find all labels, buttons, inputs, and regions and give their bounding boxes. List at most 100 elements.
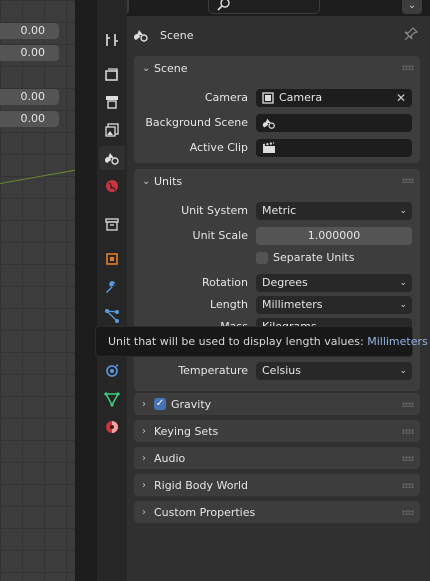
tab-particles[interactable] <box>99 304 125 328</box>
tab-material[interactable] <box>99 415 125 439</box>
length-label: Length <box>210 298 248 311</box>
unit-scale-field[interactable]: 1.000000 <box>256 227 412 245</box>
rigid-body-world-panel-header[interactable]: › Rigid Body World <box>134 474 420 496</box>
separate-units-label: Separate Units <box>273 251 355 264</box>
keying-sets-panel[interactable]: › Keying Sets <box>134 420 420 442</box>
tab-data[interactable] <box>99 387 125 411</box>
drag-grip-icon[interactable] <box>402 510 414 515</box>
temperature-row: Temperature Celsius ⌄ <box>134 362 420 380</box>
wrench-icon <box>106 281 116 293</box>
scene-panel-header[interactable]: ⌄ Scene <box>134 56 420 80</box>
properties-tabs <box>97 0 127 581</box>
context-title: Scene <box>160 28 194 42</box>
search-input[interactable] <box>208 0 320 14</box>
separate-units-checkbox[interactable] <box>256 252 268 264</box>
drag-grip-icon[interactable] <box>402 429 414 434</box>
length-value: Millimeters <box>262 298 323 311</box>
active-clip-field[interactable] <box>256 139 412 157</box>
panel-title: Keying Sets <box>154 424 219 438</box>
scene-icon <box>262 118 275 129</box>
keying-sets-panel-header[interactable]: › Keying Sets <box>134 420 420 442</box>
rotation-row: Rotation Degrees ⌄ <box>134 274 420 292</box>
camera-object-icon <box>262 92 274 104</box>
tab-physics[interactable] <box>99 359 125 383</box>
tab-world[interactable] <box>99 174 125 198</box>
drag-grip-icon[interactable] <box>402 65 414 70</box>
units-panel-header[interactable]: ⌄ Units <box>134 169 420 193</box>
drag-grip-icon[interactable] <box>402 483 414 488</box>
scene-icon <box>134 30 148 42</box>
length-row: Length Millimeters ⌄ <box>134 296 420 314</box>
view-layer-icon <box>105 123 119 137</box>
tab-scene[interactable] <box>99 146 125 170</box>
chevron-down-icon: ⌄ <box>399 278 407 288</box>
tab-object[interactable] <box>99 247 125 271</box>
tab-collection[interactable] <box>99 212 125 236</box>
panel-title: Gravity <box>171 397 212 411</box>
rotation-dropdown[interactable]: Degrees ⌄ <box>256 274 412 292</box>
unit-scale-label: Unit Scale <box>192 229 248 242</box>
tooltip-text: Unit that will be used to display length… <box>108 335 364 348</box>
transform-field[interactable]: 0.00 <box>0 23 59 39</box>
particles-icon <box>105 309 119 323</box>
unit-system-value: Metric <box>262 204 297 217</box>
pin-icon[interactable] <box>404 27 418 41</box>
chevron-right-icon: › <box>142 425 146 437</box>
3d-viewport[interactable]: 0.00 0.00 0.00 0.00 <box>0 0 75 581</box>
search-icon <box>217 0 230 11</box>
length-dropdown[interactable]: Millimeters ⌄ <box>256 296 412 314</box>
mesh-data-icon <box>104 392 120 407</box>
background-scene-field[interactable] <box>256 114 412 132</box>
output-icon <box>106 96 118 109</box>
camera-field[interactable]: Camera ✕ <box>256 89 412 107</box>
tab-tool[interactable] <box>99 28 125 52</box>
temperature-value: Celsius <box>262 364 301 377</box>
unit-system-label: Unit System <box>181 204 248 217</box>
drag-grip-icon[interactable] <box>402 456 414 461</box>
object-icon <box>106 253 118 265</box>
chevron-right-icon: › <box>142 398 146 410</box>
x-axis-line <box>0 167 75 184</box>
active-clip-row: Active Clip <box>134 139 420 157</box>
camera-row: Camera Camera ✕ <box>134 89 420 107</box>
physics-icon <box>106 364 119 377</box>
rotation-label: Rotation <box>201 276 248 289</box>
drag-grip-icon[interactable] <box>402 178 414 183</box>
background-scene-label: Background Scene <box>145 116 248 129</box>
transform-field[interactable]: 0.00 <box>0 111 59 127</box>
world-icon <box>106 180 118 192</box>
gravity-checkbox[interactable]: ✓ <box>154 398 166 410</box>
tool-icon <box>106 34 118 46</box>
custom-properties-panel[interactable]: › Custom Properties <box>134 501 420 523</box>
tab-output[interactable] <box>99 90 125 114</box>
panel-title: Custom Properties <box>154 505 256 519</box>
audio-panel-header[interactable]: › Audio <box>134 447 420 469</box>
scene-panel: ⌄ Scene Camera Camera ✕ Background Scene… <box>134 56 420 163</box>
collection-icon <box>105 218 119 231</box>
gravity-panel-header[interactable]: › ✓ Gravity <box>134 393 420 415</box>
panel-title: Rigid Body World <box>154 478 249 492</box>
unit-system-dropdown[interactable]: Metric ⌄ <box>256 202 412 220</box>
tab-modifiers[interactable] <box>99 276 125 300</box>
audio-panel[interactable]: › Audio <box>134 447 420 469</box>
custom-properties-panel-header[interactable]: › Custom Properties <box>134 501 420 523</box>
clip-icon <box>262 142 275 153</box>
drag-grip-icon[interactable] <box>402 402 414 407</box>
chevron-down-icon[interactable]: ⌄ <box>402 0 422 14</box>
transform-field[interactable]: 0.00 <box>0 89 59 105</box>
transform-field[interactable]: 0.00 <box>0 45 59 61</box>
panel-title: Units <box>154 174 183 188</box>
clear-icon[interactable]: ✕ <box>396 89 406 107</box>
length-tooltip: Unit that will be used to display length… <box>95 326 428 357</box>
temperature-label: Temperature <box>178 364 248 377</box>
scene-icon <box>105 153 119 165</box>
chevron-right-icon: › <box>142 452 146 464</box>
gravity-panel[interactable]: › ✓ Gravity <box>134 393 420 415</box>
temperature-dropdown[interactable]: Celsius ⌄ <box>256 362 412 380</box>
tab-render[interactable] <box>99 62 125 86</box>
chevron-right-icon: › <box>142 506 146 518</box>
rigid-body-world-panel[interactable]: › Rigid Body World <box>134 474 420 496</box>
chevron-right-icon: › <box>142 479 146 491</box>
rotation-value: Degrees <box>262 276 308 289</box>
tab-view-layer[interactable] <box>99 118 125 142</box>
